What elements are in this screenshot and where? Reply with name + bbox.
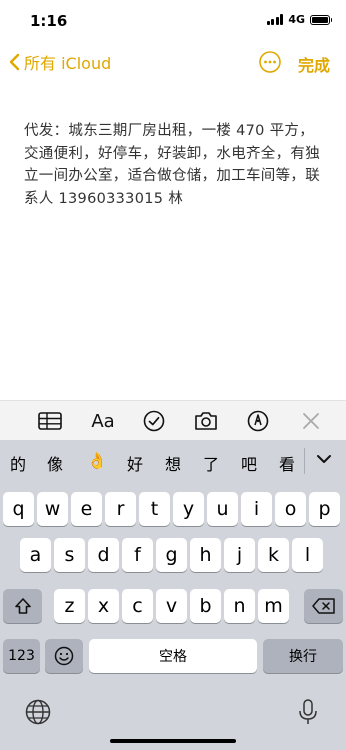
key-u[interactable]: u (207, 492, 238, 526)
status-bar: 1:16 4G (0, 0, 346, 40)
emoji-key[interactable] (45, 639, 83, 673)
key-j[interactable]: j (224, 538, 255, 572)
return-key[interactable]: 换行 (263, 639, 343, 673)
ellipsis-circle-icon (259, 51, 281, 73)
key-e[interactable]: e (71, 492, 102, 526)
key-w[interactable]: w (37, 492, 68, 526)
back-button[interactable]: 所有 iCloud (8, 50, 111, 74)
key-t[interactable]: t (139, 492, 170, 526)
dictation-button[interactable] (297, 698, 319, 726)
done-button[interactable]: 完成 (298, 52, 330, 76)
camera-icon (195, 412, 217, 430)
backspace-icon (311, 598, 335, 614)
note-body-text[interactable]: 代发：城东三期厂房出租，一楼 470 平方，交通便利，好停车，好装卸，水电齐全，… (24, 120, 324, 210)
key-s[interactable]: s (54, 538, 85, 572)
numbers-key[interactable]: 123 (3, 639, 40, 673)
candidate-word[interactable]: 吧 (241, 451, 257, 475)
key-i[interactable]: i (241, 492, 272, 526)
key-d[interactable]: d (88, 538, 119, 572)
globe-button[interactable] (24, 698, 52, 726)
key-q[interactable]: q (3, 492, 34, 526)
cellular-signal-icon (266, 14, 284, 25)
back-label: 所有 iCloud (24, 54, 112, 73)
smiley-icon (54, 646, 74, 666)
key-b[interactable]: b (190, 589, 221, 623)
candidate-word[interactable]: 想 (165, 451, 181, 475)
close-icon (303, 413, 319, 429)
camera-button[interactable] (193, 409, 219, 433)
key-v[interactable]: v (156, 589, 187, 623)
key-a[interactable]: a (20, 538, 51, 572)
space-key[interactable]: 空格 (89, 639, 257, 673)
pen-circle-icon (247, 410, 269, 432)
format-button[interactable]: Aa (90, 409, 116, 433)
status-time: 1:16 (30, 12, 68, 30)
keyboard-toolbar: Aa (0, 400, 346, 441)
status-indicators: 4G (266, 13, 332, 26)
candidate-emoji[interactable]: 👌 (87, 451, 107, 470)
key-p[interactable]: p (309, 492, 340, 526)
shift-key[interactable] (3, 589, 42, 623)
key-k[interactable]: k (258, 538, 289, 572)
key-h[interactable]: h (190, 538, 221, 572)
candidate-word[interactable]: 的 (10, 451, 26, 475)
checklist-icon (143, 410, 165, 432)
candidate-word[interactable]: 像 (47, 451, 63, 475)
key-o[interactable]: o (275, 492, 306, 526)
candidate-bar: 的 像 👌 好 想 了 吧 看 (0, 440, 346, 482)
table-button[interactable] (37, 409, 63, 433)
key-r[interactable]: r (105, 492, 136, 526)
chevron-left-icon (9, 53, 20, 71)
key-c[interactable]: c (122, 589, 153, 623)
shift-arrow-icon (14, 598, 31, 614)
microphone-icon (299, 699, 317, 724)
key-l[interactable]: l (292, 538, 323, 572)
key-g[interactable]: g (156, 538, 187, 572)
candidate-word[interactable]: 了 (203, 451, 219, 475)
table-icon (38, 412, 62, 430)
key-n[interactable]: n (224, 589, 255, 623)
network-type: 4G (288, 13, 305, 26)
chevron-down-icon (317, 455, 331, 463)
globe-icon (25, 699, 51, 725)
candidate-word[interactable]: 看 (279, 451, 295, 475)
battery-icon (310, 14, 332, 25)
candidate-word[interactable]: 好 (127, 451, 143, 475)
key-x[interactable]: x (88, 589, 119, 623)
key-m[interactable]: m (258, 589, 289, 623)
checklist-button[interactable] (141, 409, 167, 433)
key-f[interactable]: f (122, 538, 153, 572)
keyboard: 的 像 👌 好 想 了 吧 看 q w e r t y u i o p a s … (0, 440, 346, 750)
home-indicator[interactable] (110, 739, 236, 743)
markup-button[interactable] (245, 409, 271, 433)
expand-candidates-button[interactable] (316, 451, 332, 470)
key-y[interactable]: y (173, 492, 204, 526)
delete-key[interactable] (304, 589, 343, 623)
candidate-divider (304, 448, 305, 474)
close-keyboard-button[interactable] (298, 409, 324, 433)
more-options-button[interactable] (258, 50, 282, 74)
key-z[interactable]: z (54, 589, 85, 623)
nav-bar: 所有 iCloud 完成 (0, 44, 346, 80)
